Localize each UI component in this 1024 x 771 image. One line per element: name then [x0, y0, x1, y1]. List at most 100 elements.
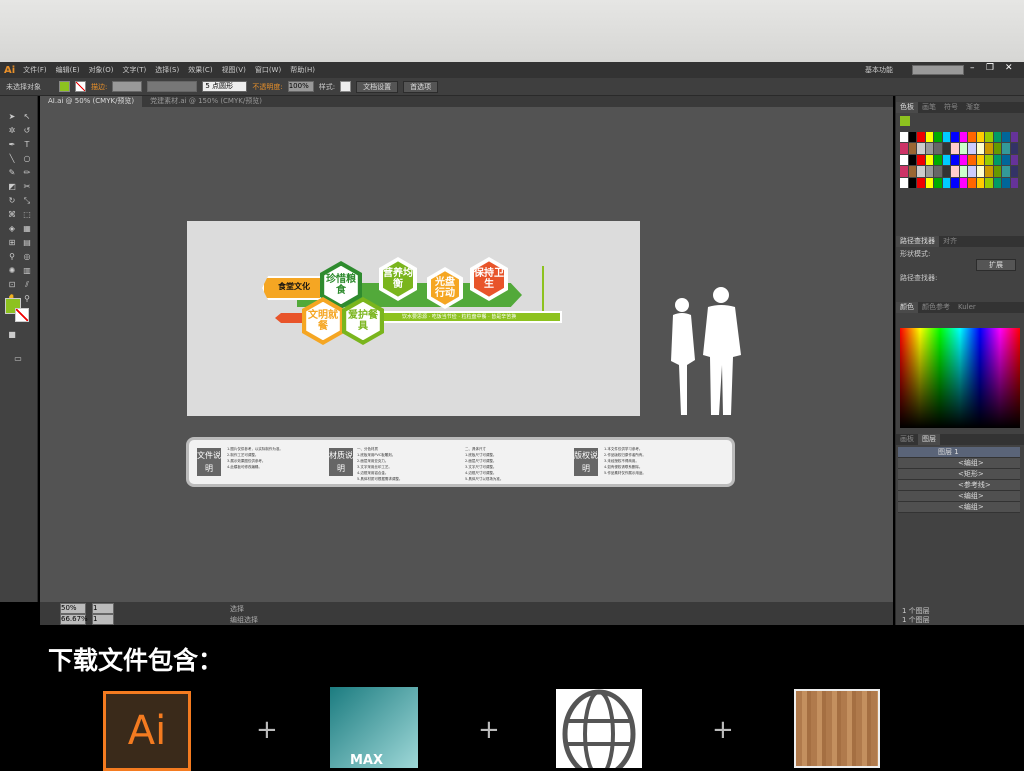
swatch[interactable] — [925, 143, 933, 154]
layer-row[interactable]: <编组> — [898, 502, 1020, 513]
swatch[interactable] — [934, 166, 942, 177]
swatch[interactable] — [951, 132, 959, 143]
tab-layers[interactable]: 图层 — [918, 434, 940, 445]
swatch[interactable] — [951, 154, 959, 166]
expand-button[interactable]: 扩展 — [976, 259, 1016, 271]
gradient-tool-icon[interactable]: ▤ — [21, 238, 33, 248]
pencil-tool-icon[interactable]: ✏ — [21, 168, 33, 178]
scissors-tool-icon[interactable]: ✂ — [21, 182, 33, 192]
swatch[interactable] — [976, 166, 984, 177]
swatch[interactable] — [993, 143, 1001, 154]
menu-object[interactable]: 对象(O) — [89, 65, 114, 75]
lasso-icon[interactable]: ↺ — [21, 126, 33, 136]
swatch[interactable] — [993, 177, 1001, 188]
canvas-area[interactable]: 饮水要思源 · 吃饭当节俭 · 粒粒盘中餐 · 皆是辛苦换 食堂文化 珍惜粮食 … — [40, 107, 893, 602]
swatch[interactable] — [908, 166, 916, 177]
artboard-tool-icon[interactable]: ⊡ — [6, 280, 18, 290]
swatch[interactable] — [1002, 154, 1010, 166]
symbol-sprayer-icon[interactable]: ✺ — [6, 266, 18, 276]
tab-ai-doc[interactable]: AI.ai @ 50% (CMYK/预览) — [40, 96, 143, 107]
stroke-swatch[interactable] — [75, 81, 86, 92]
eyedropper-icon[interactable]: ⚲ — [6, 252, 18, 262]
swatch[interactable] — [917, 154, 925, 166]
blend-tool-icon[interactable]: ◎ — [21, 252, 33, 262]
swatch[interactable] — [900, 166, 908, 177]
opacity-label[interactable]: 不透明度: — [252, 82, 282, 92]
swatch[interactable] — [934, 143, 942, 154]
pen-tool-icon[interactable]: ✒ — [6, 140, 18, 150]
swatch[interactable] — [900, 177, 908, 188]
swatch[interactable] — [959, 132, 967, 143]
menu-file[interactable]: 文件(F) — [23, 65, 47, 75]
swatch[interactable] — [925, 154, 933, 166]
swatch[interactable] — [1010, 154, 1018, 166]
zoom-field[interactable]: 66.67% — [60, 614, 88, 625]
swatch[interactable] — [900, 143, 908, 154]
page-field[interactable]: 1 — [92, 614, 114, 625]
search-input[interactable] — [912, 65, 964, 75]
layer-row[interactable]: <编组> — [898, 491, 1020, 502]
artboard[interactable]: 饮水要思源 · 吃饭当节俭 · 粒粒盘中餐 · 皆是辛苦换 食堂文化 珍惜粮食 … — [187, 221, 640, 416]
swatch[interactable] — [942, 177, 950, 188]
swatch[interactable] — [968, 177, 976, 188]
swatch[interactable] — [976, 143, 984, 154]
tab-dangjian-doc[interactable]: 党建素材.ai @ 150% (CMYK/预览) — [142, 96, 270, 107]
color-mode-icon[interactable]: ■ — [6, 330, 18, 340]
zoom-tool-icon[interactable]: ⚲ — [21, 294, 33, 304]
swatch[interactable] — [985, 177, 993, 188]
swatch[interactable] — [993, 154, 1001, 166]
warp-tool-icon[interactable]: ⌘ — [6, 210, 18, 220]
swatch[interactable] — [917, 177, 925, 188]
swatch[interactable] — [917, 143, 925, 154]
swatch[interactable] — [1010, 177, 1018, 188]
swatch[interactable] — [942, 166, 950, 177]
swatch[interactable] — [985, 154, 993, 166]
swatch[interactable] — [951, 166, 959, 177]
menu-edit[interactable]: 编辑(E) — [56, 65, 80, 75]
swatch[interactable] — [1010, 132, 1018, 143]
screen-mode-icon[interactable]: ▭ — [12, 354, 24, 364]
shape-builder-icon[interactable]: ◈ — [6, 224, 18, 234]
layer-row[interactable]: 图层 1 — [898, 447, 1020, 458]
restore-button[interactable]: ❐ — [986, 63, 994, 73]
document-setup-button[interactable]: 文档设置 — [356, 80, 399, 93]
page-field[interactable]: 1 — [92, 603, 114, 614]
direct-selection-tool-icon[interactable]: ↖ — [21, 112, 33, 122]
status-label[interactable]: 编组选择 — [230, 615, 258, 625]
swatch[interactable] — [908, 143, 916, 154]
swatch[interactable] — [976, 132, 984, 143]
stroke-weight-field[interactable] — [112, 81, 143, 92]
swatch[interactable] — [934, 177, 942, 188]
swatch[interactable] — [900, 154, 908, 166]
fill-swatch[interactable] — [59, 81, 70, 92]
swatch[interactable] — [968, 143, 976, 154]
swatch[interactable] — [908, 154, 916, 166]
tab-swatches[interactable]: 色板 — [896, 102, 918, 113]
rotate-tool-icon[interactable]: ↻ — [6, 196, 18, 206]
zoom-field[interactable]: 50% — [60, 603, 86, 614]
free-transform-icon[interactable]: ⬚ — [21, 210, 33, 220]
swatch[interactable] — [934, 132, 942, 143]
menu-help[interactable]: 帮助(H) — [290, 65, 315, 75]
ellipse-tool-icon[interactable]: ○ — [21, 154, 33, 164]
selection-tool-icon[interactable]: ➤ — [6, 112, 18, 122]
swatch[interactable] — [968, 166, 976, 177]
swatch[interactable] — [993, 166, 1001, 177]
tab-symbols[interactable]: 符号 — [940, 102, 962, 113]
swatch[interactable] — [900, 132, 908, 143]
menu-window[interactable]: 窗口(W) — [255, 65, 281, 75]
layer-row[interactable]: <参考线> — [898, 480, 1020, 491]
layer-row[interactable]: <编组> — [898, 458, 1020, 469]
swatch[interactable] — [925, 132, 933, 143]
magic-wand-icon[interactable]: ✲ — [6, 126, 18, 136]
swatch[interactable] — [959, 166, 967, 177]
swatch[interactable] — [993, 132, 1001, 143]
swatch[interactable] — [1002, 166, 1010, 177]
stroke-label[interactable]: 描边: — [91, 82, 107, 92]
type-tool-icon[interactable]: T — [21, 140, 33, 150]
tab-color-guide[interactable]: 颜色参考 — [918, 302, 954, 313]
swatch[interactable] — [951, 143, 959, 154]
swatch[interactable] — [925, 177, 933, 188]
graph-tool-icon[interactable]: ▥ — [21, 266, 33, 276]
swatch[interactable] — [959, 143, 967, 154]
